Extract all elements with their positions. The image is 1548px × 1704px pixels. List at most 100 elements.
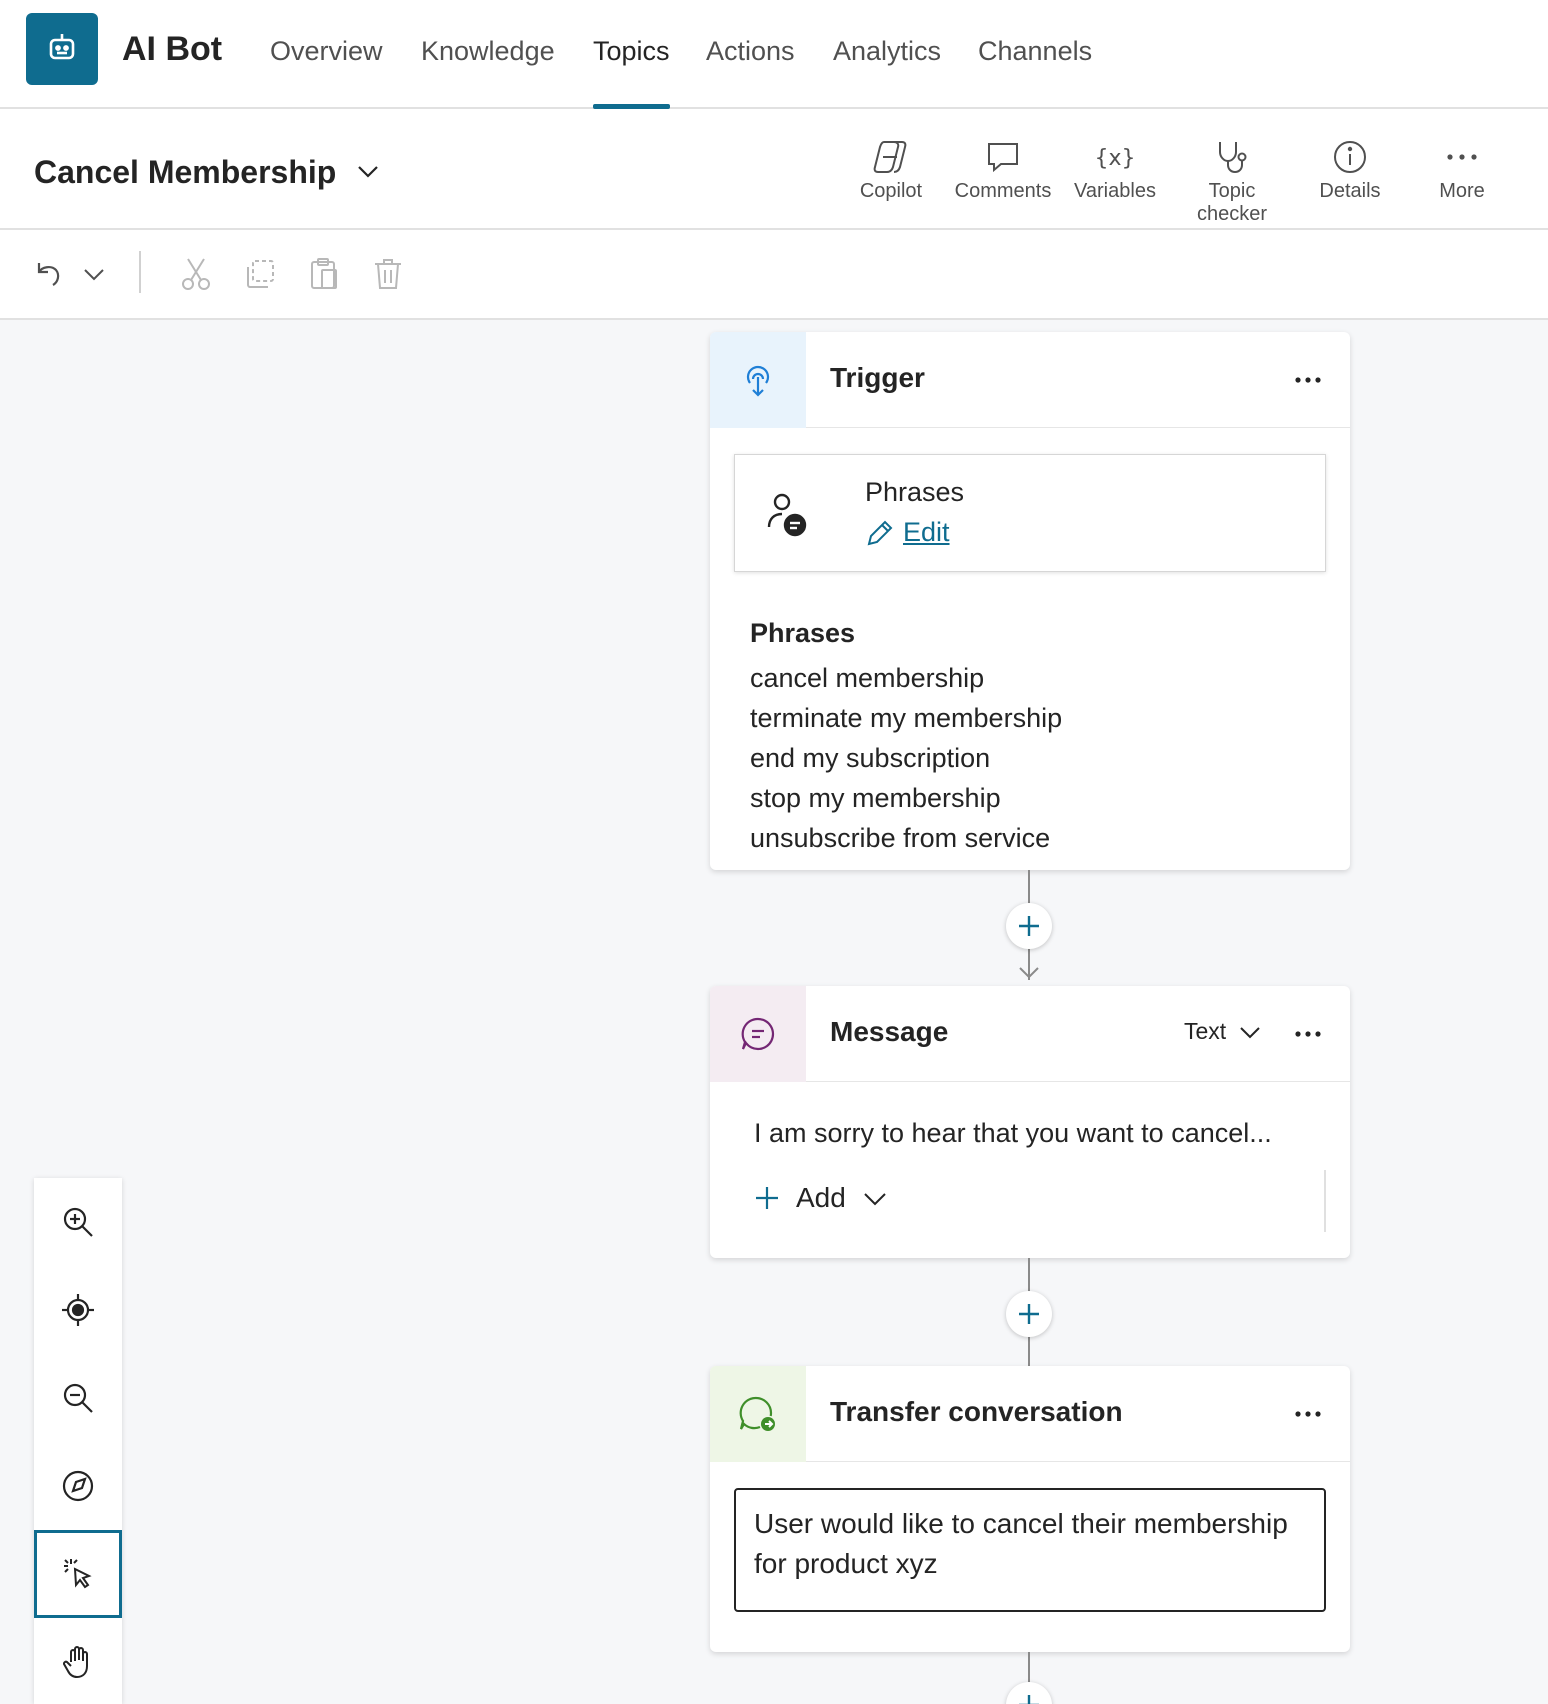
plus-icon (1019, 916, 1039, 936)
transfer-icon (739, 1396, 775, 1431)
tab-label: Knowledge (421, 36, 555, 66)
phrase-item: unsubscribe from service (750, 823, 1051, 853)
paste-button[interactable] (302, 252, 346, 296)
message-icon (741, 1017, 775, 1051)
message-node[interactable]: Message Text I am sorry to hear that you… (710, 986, 1350, 1258)
tool-label: Topic checker (1196, 180, 1268, 225)
chevron-down-icon (84, 269, 104, 281)
tab-channels[interactable]: Channels (978, 36, 1092, 109)
more-icon (1295, 377, 1321, 383)
tab-knowledge[interactable]: Knowledge (421, 36, 555, 109)
copilot-icon (873, 141, 907, 173)
comment-icon (988, 143, 1018, 173)
variables-button[interactable]: {x} Variables (1055, 136, 1175, 203)
tab-label: Actions (706, 36, 795, 66)
add-node-button[interactable] (1006, 1291, 1052, 1337)
more-icon (1295, 1411, 1321, 1417)
info-icon (1334, 141, 1366, 173)
topic-title: Cancel Membership (34, 154, 337, 190)
plus-icon (756, 1187, 778, 1209)
chevron-down-icon (864, 1193, 886, 1206)
delete-button[interactable] (366, 252, 410, 296)
zoom-in-button[interactable] (34, 1178, 122, 1266)
edit-phrases-link[interactable]: Edit (865, 517, 950, 548)
pencil-icon (867, 520, 893, 545)
zoom-out-icon (63, 1383, 93, 1413)
node-icon-container (710, 1366, 806, 1462)
copy-button[interactable] (238, 252, 282, 296)
select-icon (64, 1559, 92, 1589)
node-header: Trigger (710, 332, 1350, 428)
scrollbar[interactable] (1324, 1170, 1326, 1232)
recenter-button[interactable] (34, 1266, 122, 1354)
delete-icon (375, 259, 401, 289)
tool-label: Comments (954, 180, 1052, 202)
add-message-variation-button[interactable]: Add (754, 1182, 888, 1214)
tool-label: Variables (1074, 180, 1156, 202)
plus-icon (1019, 1695, 1039, 1704)
zoom-in-icon (63, 1207, 93, 1237)
chevron-down-icon[interactable] (354, 157, 382, 185)
trigger-icon (746, 365, 770, 397)
undo-button[interactable] (26, 252, 70, 296)
cut-button[interactable] (174, 252, 218, 296)
topic-header: Cancel Membership Copilot Comments {x} V… (0, 109, 1548, 230)
phrases-card-title: Phrases (865, 477, 965, 507)
canvas-controls (34, 1178, 122, 1704)
paste-icon (311, 258, 337, 289)
phrase-item: end my subscription (750, 743, 991, 773)
node-icon-container (710, 986, 806, 1082)
edit-label: Edit (903, 517, 950, 547)
message-text[interactable]: I am sorry to hear that you want to canc… (754, 1118, 1272, 1149)
bot-icon (49, 34, 75, 60)
more-button[interactable]: More (1402, 136, 1522, 203)
message-type-label: Text (1184, 1018, 1227, 1044)
phrases-list: cancel membership terminate my membershi… (750, 658, 1062, 858)
phrases-card[interactable]: Phrases Edit (734, 454, 1326, 572)
stethoscope-icon (1219, 142, 1247, 174)
plus-icon (1019, 1304, 1039, 1324)
node-more-button[interactable] (1288, 1014, 1328, 1054)
tab-topics[interactable]: Topics (593, 36, 670, 109)
topic-checker-button[interactable]: Topic checker (1172, 136, 1292, 226)
minimap-icon (62, 1470, 94, 1502)
variables-icon: {x} (1095, 146, 1135, 171)
message-type-dropdown[interactable]: Text (1184, 1018, 1262, 1045)
tool-label: More (1439, 180, 1485, 202)
top-nav: AI Bot Overview Knowledge Topics Actions… (0, 0, 1548, 109)
pan-icon (63, 1646, 88, 1679)
minimap-button[interactable] (34, 1442, 122, 1530)
more-icon (1447, 154, 1477, 160)
edit-toolbar (0, 230, 1548, 320)
node-header: Message Text (710, 986, 1350, 1082)
node-header: Transfer conversation (710, 1366, 1350, 1462)
copilot-button[interactable]: Copilot (831, 136, 951, 203)
zoom-out-button[interactable] (34, 1354, 122, 1442)
svg-text:{x}: {x} (1095, 146, 1135, 171)
comments-button[interactable]: Comments (943, 136, 1063, 203)
tab-overview[interactable]: Overview (270, 36, 383, 109)
tab-actions[interactable]: Actions (706, 36, 795, 109)
phrase-item: stop my membership (750, 783, 1001, 813)
tab-label: Topics (593, 36, 670, 66)
trigger-node[interactable]: Trigger Phrases Edit Phrases cancel memb… (710, 332, 1350, 870)
undo-options-button[interactable] (72, 252, 116, 296)
more-icon (1295, 1031, 1321, 1037)
select-tool-button[interactable] (34, 1530, 122, 1618)
add-node-button[interactable] (1006, 903, 1052, 949)
node-title: Trigger (830, 362, 925, 393)
node-more-button[interactable] (1288, 1394, 1328, 1434)
node-more-button[interactable] (1288, 360, 1328, 400)
tab-label: Overview (270, 36, 383, 66)
details-button[interactable]: Details (1290, 136, 1410, 203)
transfer-conversation-node[interactable]: Transfer conversation User would like to… (710, 1366, 1350, 1652)
app-logo[interactable] (26, 13, 98, 85)
tool-label: Copilot (859, 180, 923, 202)
app-name: AI Bot (122, 30, 223, 68)
arrow-down-icon (1019, 967, 1039, 979)
transfer-message-input[interactable]: User would like to cancel their membersh… (734, 1488, 1326, 1612)
toolbar-divider (139, 251, 141, 293)
pan-tool-button[interactable] (34, 1618, 122, 1704)
phrases-heading: Phrases (750, 618, 856, 648)
tab-analytics[interactable]: Analytics (833, 36, 941, 109)
